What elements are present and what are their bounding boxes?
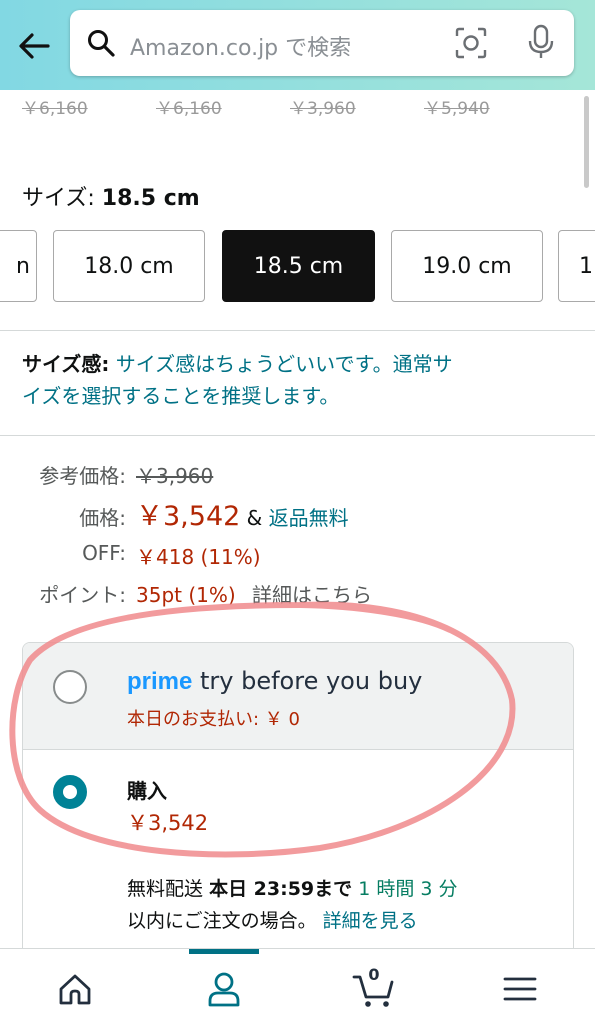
divider: [0, 330, 595, 331]
size-label: サイズ:: [22, 186, 95, 211]
amp-text: &: [246, 506, 263, 530]
size-fit-text[interactable]: サイズ感はちょうどいいです。通常サ: [116, 352, 453, 376]
discount-value: ￥418 (11%): [136, 545, 261, 569]
size-option-partial-right[interactable]: 1: [558, 230, 595, 302]
microphone-icon[interactable]: [524, 24, 558, 60]
home-icon[interactable]: [55, 969, 95, 1009]
variant-price: ￥5,940: [424, 99, 490, 119]
price-label: 価格:: [79, 506, 126, 530]
size-selected-value: 18.5 cm: [101, 186, 200, 211]
search-input[interactable]: Amazon.co.jp で検索: [130, 30, 351, 62]
account-icon[interactable]: [204, 969, 244, 1009]
delivery-info: 無料配送 本日 23:59まで 1 時間 3 分 以内にご注文の場合。 詳細を見…: [127, 873, 557, 937]
camera-icon[interactable]: [454, 26, 488, 60]
divider: [0, 435, 595, 436]
size-option-19-0[interactable]: 19.0 cm: [391, 230, 543, 302]
points-row: 35pt (1%) 詳細はこちら: [136, 579, 372, 608]
size-fit-label: サイズ感:: [22, 352, 110, 376]
pay-today-text: 本日のお支払い: ￥ 0: [127, 709, 300, 730]
prime-try-before-you-buy-option[interactable]: prime try before you buy 本日のお支払い: ￥ 0: [23, 643, 573, 750]
variant-price: ￥6,160: [22, 99, 88, 119]
bottom-nav: 0: [0, 948, 595, 1025]
menu-icon[interactable]: [500, 969, 540, 1009]
variant-price: ￥6,160: [156, 99, 222, 119]
points-details-link[interactable]: 詳細はこちら: [252, 583, 372, 607]
size-option-18-0[interactable]: 18.0 cm: [53, 230, 205, 302]
free-returns-link[interactable]: 返品無料: [269, 506, 349, 530]
scrollbar[interactable]: [584, 96, 589, 188]
discount-label: OFF:: [82, 541, 126, 565]
size-option-partial-left[interactable]: n: [0, 230, 37, 302]
buy-option-price: ￥3,542: [127, 811, 209, 835]
price-row: ￥3,542 & 返品無料: [136, 494, 349, 533]
prime-logo: prime: [127, 668, 193, 695]
reference-price-label: 参考価格:: [39, 464, 126, 488]
size-fit-note: サイズ感: サイズ感はちょうどいいです。通常サ イズを選択することを推奨します。: [22, 348, 562, 412]
try-before-you-buy-text: try before you buy: [200, 667, 423, 695]
details-link[interactable]: 詳細を見る: [323, 910, 418, 932]
variant-prices-row: ￥6,160 ￥6,160 ￥3,960 ￥5,940: [0, 94, 595, 119]
search-bar[interactable]: Amazon.co.jp で検索: [70, 10, 574, 76]
back-arrow-icon[interactable]: [14, 26, 54, 66]
reference-price-value: ￥3,960: [136, 464, 214, 488]
size-option-18-5-selected[interactable]: 18.5 cm: [222, 230, 375, 302]
radio-selected[interactable]: [53, 775, 87, 809]
size-heading: サイズ: 18.5 cm: [22, 180, 200, 212]
size-fit-text-2[interactable]: イズを選択することを推奨します。: [22, 384, 339, 408]
points-value: 35pt (1%): [136, 583, 236, 607]
price-value: ￥3,542: [136, 501, 241, 532]
radio-unselected[interactable]: [53, 670, 87, 704]
order-countdown: 1 時間 3 分: [358, 878, 458, 900]
variant-price: ￥3,960: [290, 99, 356, 119]
search-icon: [88, 30, 115, 57]
points-label: ポイント:: [39, 583, 126, 607]
top-header: Amazon.co.jp で検索: [0, 0, 595, 90]
prime-try-title: prime try before you buy: [127, 667, 422, 696]
delivery-deadline: 本日 23:59まで: [209, 878, 353, 900]
order-within-text: 以内にご注文の場合。: [127, 910, 317, 932]
cart-count: 0: [368, 965, 380, 984]
buy-option-title[interactable]: 購入: [127, 775, 167, 804]
purchase-options-card: prime try before you buy 本日のお支払い: ￥ 0 購入…: [22, 642, 574, 964]
free-shipping-text: 無料配送: [127, 878, 204, 900]
active-tab-indicator: [189, 949, 259, 954]
